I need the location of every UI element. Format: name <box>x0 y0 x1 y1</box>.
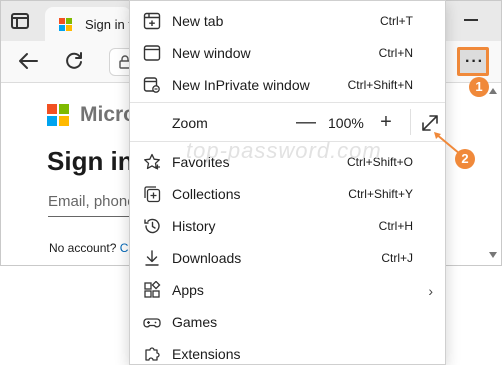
menu-item-shortcut: Ctrl+Shift+N <box>347 78 413 92</box>
chevron-right-icon: › <box>428 283 433 299</box>
menu-item-label: Apps <box>172 282 204 298</box>
history-icon <box>144 218 160 234</box>
scroll-down-icon[interactable] <box>489 252 497 258</box>
menu-item-extensions[interactable]: Extensions <box>130 338 445 365</box>
zoom-label: Zoom <box>172 115 208 131</box>
watermark-text: top-password.com <box>186 138 382 163</box>
menu-item-label: New tab <box>172 13 224 29</box>
menu-item-downloads[interactable]: Downloads Ctrl+J <box>130 242 445 274</box>
refresh-icon <box>66 52 82 69</box>
menu-item-shortcut: Ctrl+J <box>381 251 413 265</box>
menu-item-label: Games <box>172 314 218 330</box>
microsoft-logo-icon <box>47 104 69 126</box>
menu-item-games[interactable]: Games <box>130 306 445 338</box>
menu-item-new-tab[interactable]: New tab Ctrl+T <box>130 5 445 37</box>
menu-item-label: Extensions <box>172 346 241 362</box>
refresh-button[interactable] <box>63 50 85 72</box>
apps-icon <box>144 281 161 298</box>
back-arrow-icon <box>19 53 38 69</box>
menu-item-new-inprivate-window[interactable]: New InPrivate window Ctrl+Shift+N <box>130 69 445 101</box>
menu-item-shortcut: Ctrl+T <box>380 14 413 28</box>
microsoft-favicon-icon <box>59 18 73 32</box>
back-button[interactable] <box>17 51 39 71</box>
inprivate-icon <box>143 77 160 93</box>
more-icon: ··· <box>465 53 484 70</box>
new-window-icon <box>143 45 161 61</box>
tab-actions-icon[interactable] <box>11 13 29 29</box>
no-account-label: No account? <box>49 241 117 255</box>
menu-item-label: History <box>172 218 216 234</box>
settings-and-more-button[interactable]: ··· <box>457 47 489 76</box>
minimize-icon[interactable] <box>464 19 478 21</box>
games-icon <box>143 318 161 328</box>
new-tab-icon <box>143 12 161 30</box>
menu-item-shortcut: Ctrl+H <box>378 219 413 233</box>
callout-badge-2: 2 <box>455 149 475 169</box>
menu-item-shortcut: Ctrl+N <box>378 46 413 60</box>
menu-item-label: Collections <box>172 186 241 202</box>
menu-item-shortcut: Ctrl+Shift+Y <box>348 187 413 201</box>
email-field[interactable]: Email, phone <box>48 187 138 217</box>
collections-icon <box>144 186 161 203</box>
star-icon <box>144 153 160 170</box>
zoom-out-button[interactable]: — <box>296 111 316 133</box>
menu-item-apps[interactable]: Apps › <box>130 274 445 306</box>
menu-item-label: Downloads <box>172 250 242 266</box>
zoom-row: Zoom — 100% + <box>130 103 445 141</box>
create-account-link[interactable]: C <box>120 241 129 255</box>
zoom-divider <box>410 109 411 135</box>
callout-badge-1: 1 <box>469 77 489 97</box>
download-icon <box>145 250 159 266</box>
no-account-text: No account? C <box>49 241 128 255</box>
tab-sign-in[interactable]: Sign in t <box>45 7 131 41</box>
tab-title: Sign in t <box>85 17 131 32</box>
menu-item-label: New window <box>172 45 251 61</box>
menu-item-label: New InPrivate window <box>172 77 310 93</box>
zoom-in-button[interactable]: + <box>377 111 395 133</box>
menu-item-new-window[interactable]: New window Ctrl+N <box>130 37 445 69</box>
zoom-level: 100% <box>328 115 364 131</box>
menu-item-collections[interactable]: Collections Ctrl+Shift+Y <box>130 178 445 210</box>
extensions-icon <box>145 347 160 361</box>
page-title: Sign in <box>47 146 134 176</box>
menu-item-history[interactable]: History Ctrl+H <box>130 210 445 242</box>
settings-menu: New tab Ctrl+T New window Ctrl+N New InP… <box>129 0 446 365</box>
scroll-up-icon[interactable] <box>489 88 497 94</box>
scrollbar[interactable] <box>486 84 500 265</box>
